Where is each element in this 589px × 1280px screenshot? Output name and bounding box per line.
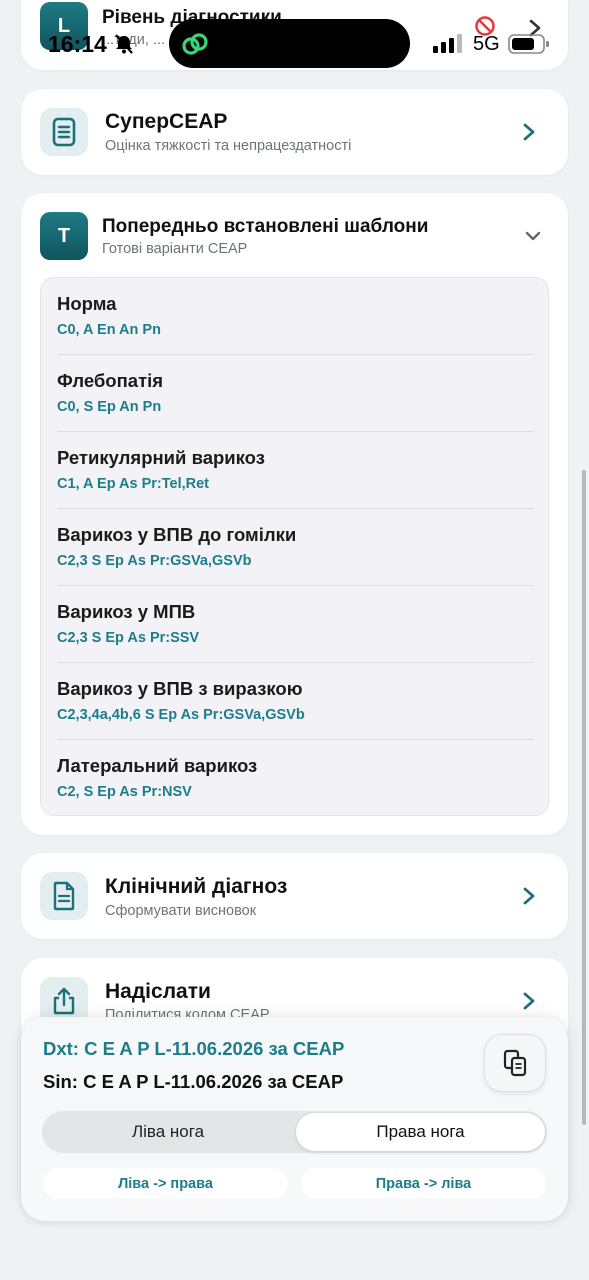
dxt-result: Dxt: C E A P L-11.06.2026 за CEAP — [43, 1038, 345, 1059]
clinical-diagnosis-subtitle: Сформувати висновок — [105, 903, 257, 919]
status-time: 16:14 — [48, 31, 107, 57]
leg-segmented-control: Ліва нога Права нога — [42, 1111, 547, 1153]
signal-icon — [433, 34, 462, 53]
template-code: C1, A Ep As Pr:Tel,Ret — [57, 476, 210, 492]
template-item[interactable]: Варикоз у МПВ C2,3 S Ep As Pr:SSV — [57, 586, 534, 663]
ceap-result-panel: Dxt: C E A P L-11.06.2026 за CEAP Sin: C… — [21, 1017, 568, 1221]
copy-button[interactable] — [484, 1034, 546, 1092]
sin-result: Sin: C E A P L-11.06.2026 за CEAP — [43, 1071, 344, 1092]
scrollbar[interactable] — [582, 470, 586, 1125]
template-item[interactable]: Ретикулярний варикоз C1, A Ep As Pr:Tel,… — [57, 432, 534, 509]
template-item[interactable]: Норма C0, A En An Pn — [57, 278, 534, 355]
link-icon — [182, 33, 208, 55]
template-code: C0, A En An Pn — [57, 322, 161, 338]
template-item[interactable]: Латеральний варикоз C2, S Ep As Pr:NSV — [57, 740, 534, 817]
template-code: C2,3,4a,4b,6 S Ep As Pr:GSVa,GSVb — [57, 707, 305, 723]
template-name: Варикоз у ВПВ з виразкою — [57, 678, 303, 699]
superceap-title: СуперCEAP — [105, 110, 228, 133]
chevron-right-icon — [523, 887, 535, 905]
template-name: Норма — [57, 293, 117, 314]
template-code: C2,3 S Ep As Pr:SSV — [57, 630, 200, 646]
template-item[interactable]: Варикоз у ВПВ з виразкою C2,3,4a,4b,6 S … — [57, 663, 534, 740]
template-code: C2, S Ep As Pr:NSV — [57, 784, 192, 800]
copy-left-to-right-button[interactable]: Ліва -> права — [43, 1168, 288, 1199]
silent-bell-icon — [115, 34, 133, 54]
template-item[interactable]: Варикоз у ВПВ до гомілки C2,3 S Ep As Pr… — [57, 509, 534, 586]
copy-right-to-left-button[interactable]: Права -> ліва — [301, 1168, 546, 1199]
network-type: 5G — [473, 33, 500, 55]
clinical-diagnosis-title: Клінічний діагноз — [105, 875, 288, 898]
superceap-card[interactable]: СуперCEAP Оцінка тяжкості та непрацездат… — [21, 89, 568, 175]
chevron-right-icon — [523, 123, 535, 141]
clinical-diagnosis-card[interactable]: Клінічний діагноз Сформувати висновок — [21, 853, 568, 939]
send-title: Надіслати — [105, 980, 211, 1003]
templates-letter-badge: T — [40, 212, 88, 260]
status-bar: 16:14 5G — [0, 0, 589, 70]
chevron-down-icon[interactable] — [523, 227, 543, 245]
template-name: Флебопатія — [57, 370, 164, 391]
battery-icon — [508, 34, 549, 54]
template-item[interactable]: Флебопатія C0, S Ep An Pn — [57, 355, 534, 432]
template-code: C2,3 S Ep As Pr:GSVa,GSVb — [57, 553, 252, 569]
segment-right-leg[interactable]: Права нога — [296, 1113, 545, 1151]
templates-list: Норма C0, A En An Pn Флебопатія C0, S Ep… — [40, 277, 549, 816]
templates-subtitle: Готові варіанти CEAP — [102, 241, 248, 257]
template-name: Варикоз у ВПВ до гомілки — [57, 524, 297, 545]
template-name: Ретикулярний варикоз — [57, 447, 265, 468]
copy-icon — [503, 1049, 527, 1077]
document-list-icon — [40, 108, 88, 156]
template-code: C0, S Ep An Pn — [57, 399, 162, 415]
dynamic-island — [169, 19, 410, 68]
templates-title: Попередньо встановлені шаблони — [102, 216, 429, 237]
template-name: Латеральний варикоз — [57, 755, 258, 776]
document-lines-icon — [40, 872, 88, 920]
superceap-subtitle: Оцінка тяжкості та непрацездатності — [105, 138, 352, 154]
chevron-right-icon — [523, 992, 535, 1010]
segment-left-leg[interactable]: Ліва нога — [42, 1111, 294, 1153]
template-name: Варикоз у МПВ — [57, 601, 196, 622]
